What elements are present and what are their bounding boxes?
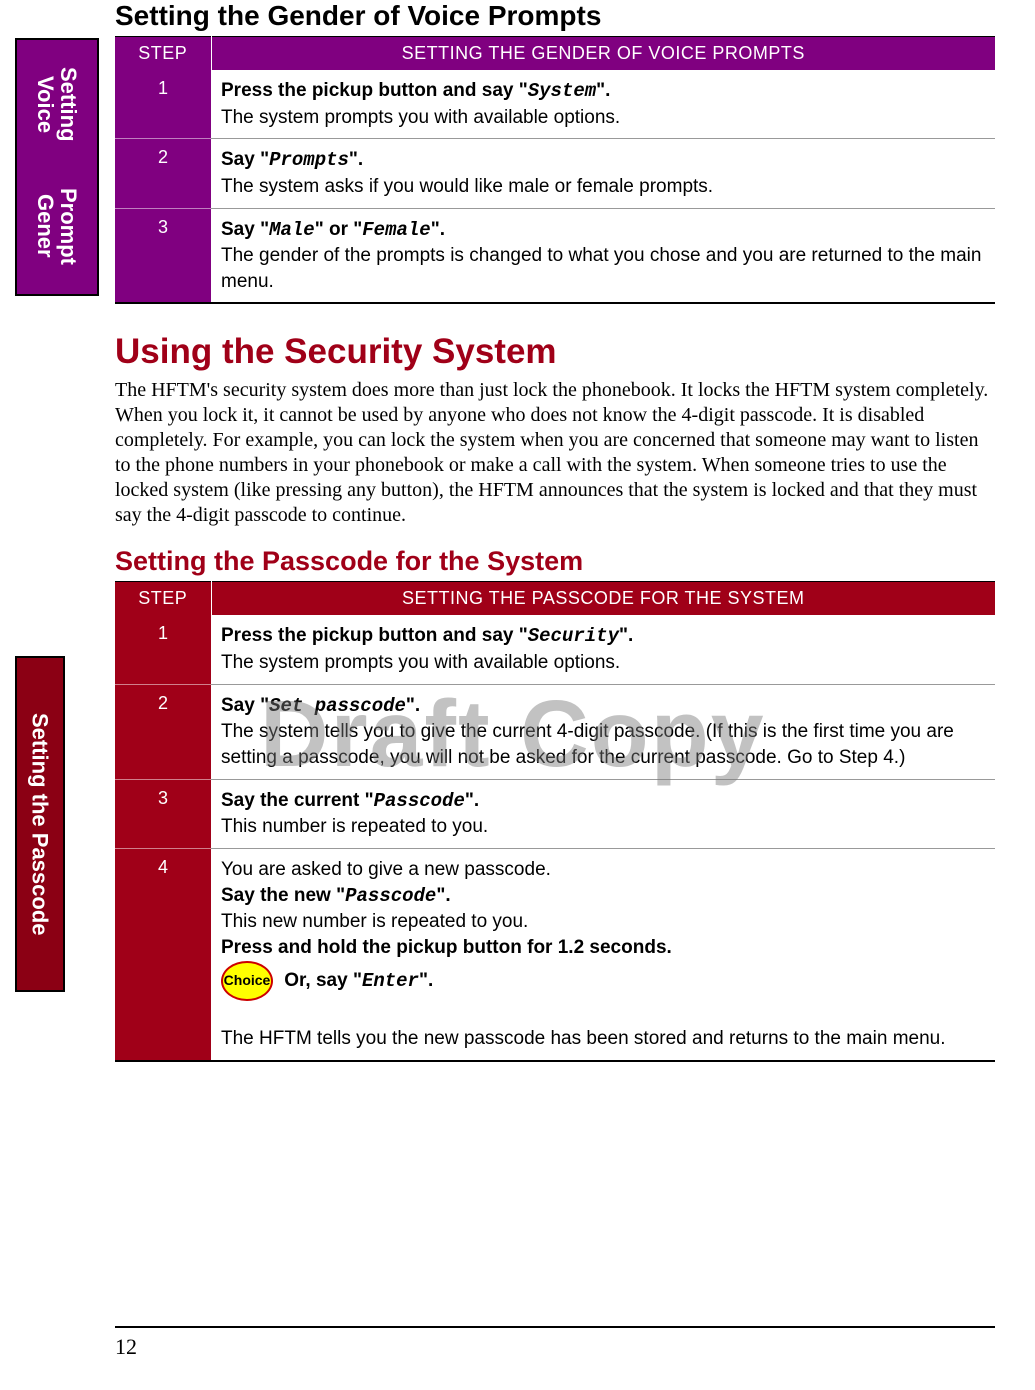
th-desc: SETTING THE PASSCODE FOR THE SYSTEM [211, 582, 995, 616]
step-text: Say "Set passcode". The system tells you… [211, 684, 995, 779]
table-row: 2 Say "Set passcode". The system tells y… [115, 684, 995, 779]
step-number: 4 [115, 848, 211, 1060]
step-text: Press the pickup button and say "Securit… [211, 615, 995, 684]
side-tab-passcode: Setting the Passcode [15, 656, 65, 992]
th-step: STEP [115, 37, 211, 71]
table-gender-steps: STEP SETTING THE GENDER OF VOICE PROMPTS… [115, 36, 995, 304]
page-number: 12 [115, 1334, 137, 1360]
step-number: 1 [115, 70, 211, 139]
table-row: 1 Press the pickup button and say "Secur… [115, 615, 995, 684]
heading-security-system: Using the Security System [115, 332, 995, 372]
step-text: Say the current "Passcode". This number … [211, 779, 995, 848]
side-tab-line: Prompt Gener [34, 166, 80, 286]
step-number: 1 [115, 615, 211, 684]
step-number: 2 [115, 139, 211, 208]
choice-icon: Choice [221, 961, 273, 1001]
step-text: Say "Male" or "Female". The gender of th… [211, 208, 995, 303]
footer-rule [115, 1326, 995, 1328]
table-passcode-steps: STEP SETTING THE PASSCODE FOR THE SYSTEM… [115, 581, 995, 1061]
table-row: 4 You are asked to give a new passcode. … [115, 848, 995, 1060]
paragraph-security: The HFTM's security system does more tha… [115, 378, 995, 528]
step-number: 3 [115, 208, 211, 303]
step-number: 3 [115, 779, 211, 848]
step-number: 2 [115, 684, 211, 779]
heading-passcode: Setting the Passcode for the System [115, 546, 995, 577]
step-text: Press the pickup button and say "System"… [211, 70, 995, 139]
th-step: STEP [115, 582, 211, 616]
table-row: 3 Say "Male" or "Female". The gender of … [115, 208, 995, 303]
table-row: 2 Say "Prompts". The system asks if you … [115, 139, 995, 208]
side-tab-line: Setting Voice [34, 48, 80, 160]
side-tab-voice-prompt: Setting Voice Prompt Gener [15, 38, 99, 296]
table-row: 1 Press the pickup button and say "Syste… [115, 70, 995, 139]
step-text: Say "Prompts". The system asks if you wo… [211, 139, 995, 208]
step-text: You are asked to give a new passcode. Sa… [211, 848, 995, 1060]
th-desc: SETTING THE GENDER OF VOICE PROMPTS [211, 37, 995, 71]
table-row: 3 Say the current "Passcode". This numbe… [115, 779, 995, 848]
side-tab-text: Setting the Passcode [28, 713, 51, 936]
heading-gender: Setting the Gender of Voice Prompts [115, 0, 995, 32]
